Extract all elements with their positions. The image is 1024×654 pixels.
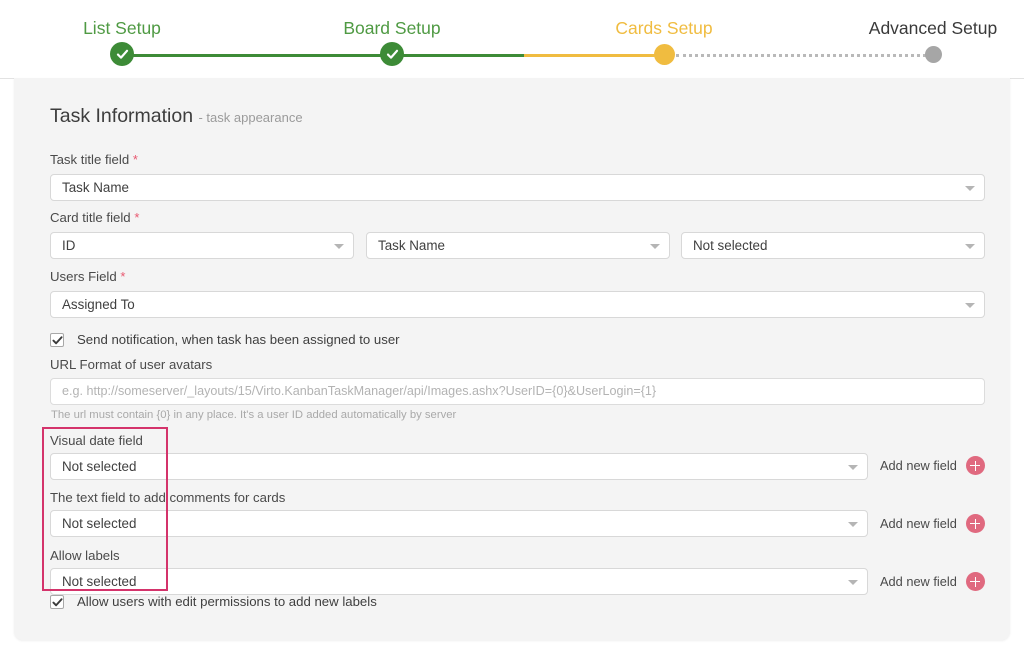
avatar-url-placeholder: e.g. http://someserver/_layouts/15/Virto…: [62, 379, 656, 404]
comments-field-label: The text field to add comments for cards: [50, 490, 285, 505]
add-new-field-label: Add new field: [880, 458, 957, 473]
allow-users-new-labels-checkbox-row[interactable]: Allow users with edit permissions to add…: [50, 594, 377, 609]
select-value: Not selected: [693, 233, 767, 258]
stepper-step-list-setup[interactable]: List Setup: [12, 0, 232, 67]
avatar-url-hint: The url must contain {0} in any place. I…: [51, 409, 456, 421]
stepper-step-marker: [823, 41, 1024, 67]
chevron-down-icon: [965, 244, 975, 249]
add-new-field-comments[interactable]: Add new field: [880, 514, 985, 533]
visual-date-field-label: Visual date field: [50, 433, 143, 448]
check-circle-icon: [110, 42, 134, 66]
stepper-step-label: Advanced Setup: [823, 0, 1024, 38]
select-value: Not selected: [62, 569, 136, 594]
select-value: Task Name: [378, 233, 445, 258]
comments-field-select[interactable]: Not selected: [50, 510, 868, 537]
users-field-select[interactable]: Assigned To: [50, 291, 985, 318]
card-title-field-select-3[interactable]: Not selected: [681, 232, 985, 259]
chevron-down-icon: [965, 186, 975, 191]
label-text: Users Field: [50, 269, 117, 284]
card-title-field-select-1[interactable]: ID: [50, 232, 354, 259]
plus-circle-icon[interactable]: [966, 514, 985, 533]
stepper-step-cards-setup[interactable]: Cards Setup: [554, 0, 774, 67]
add-new-field-label: Add new field: [880, 516, 957, 531]
stepper-step-marker: [12, 41, 232, 67]
stepper-step-advanced-setup[interactable]: Advanced Setup: [823, 0, 1024, 67]
page-title: Task Information - task appearance: [50, 105, 303, 128]
setup-wizard-stepper: List Setup Board Setup Cards Setup Advan: [0, 0, 1024, 79]
select-value: Task Name: [62, 175, 129, 200]
chevron-down-icon: [650, 244, 660, 249]
select-value: ID: [62, 233, 75, 258]
label-text: Task title field: [50, 152, 129, 167]
stepper-step-marker: [282, 41, 502, 67]
stepper-step-marker: [554, 41, 774, 67]
label-text: Visual date field: [50, 433, 143, 448]
send-notification-checkbox-row[interactable]: Send notification, when task has been as…: [50, 332, 400, 347]
allow-users-new-labels-checkbox[interactable]: [50, 595, 64, 609]
section-subtitle-text: - task appearance: [198, 110, 302, 125]
dot-icon: [925, 46, 942, 63]
card-title-field-label: Card title field *: [50, 210, 139, 225]
select-value: Assigned To: [62, 292, 135, 317]
label-text: Card title field: [50, 210, 131, 225]
stepper-step-label: Cards Setup: [554, 0, 774, 38]
send-notification-checkbox[interactable]: [50, 333, 64, 347]
add-new-field-allow-labels[interactable]: Add new field: [880, 572, 985, 591]
required-asterisk: *: [133, 152, 138, 167]
settings-card: Task Information - task appearance Task …: [14, 78, 1010, 640]
add-new-field-label: Add new field: [880, 574, 957, 589]
avatar-url-input[interactable]: e.g. http://someserver/_layouts/15/Virto…: [50, 378, 985, 405]
label-text: URL Format of user avatars: [50, 357, 212, 372]
dot-icon: [654, 44, 675, 65]
chevron-down-icon: [848, 522, 858, 527]
chevron-down-icon: [848, 465, 858, 470]
check-circle-icon: [380, 42, 404, 66]
add-new-field-visual-date[interactable]: Add new field: [880, 456, 985, 475]
label-text: Allow labels: [50, 548, 120, 563]
chevron-down-icon: [848, 580, 858, 585]
allow-labels-field-select[interactable]: Not selected: [50, 568, 868, 595]
page-root: List Setup Board Setup Cards Setup Advan: [0, 0, 1024, 654]
required-asterisk: *: [120, 269, 125, 284]
label-text: The text field to add comments for cards: [50, 490, 285, 505]
chevron-down-icon: [334, 244, 344, 249]
task-title-field-label: Task title field *: [50, 152, 138, 167]
stepper-step-board-setup[interactable]: Board Setup: [282, 0, 502, 67]
send-notification-label: Send notification, when task has been as…: [77, 332, 400, 347]
avatar-url-label: URL Format of user avatars: [50, 357, 212, 372]
check-icon: [52, 335, 63, 346]
section-title-text: Task Information: [50, 105, 193, 127]
required-asterisk: *: [134, 210, 139, 225]
chevron-down-icon: [965, 303, 975, 308]
plus-circle-icon[interactable]: [966, 572, 985, 591]
allow-users-new-labels-label: Allow users with edit permissions to add…: [77, 594, 377, 609]
check-icon: [52, 597, 63, 608]
task-title-field-select[interactable]: Task Name: [50, 174, 985, 201]
select-value: Not selected: [62, 454, 136, 479]
users-field-label: Users Field *: [50, 269, 125, 284]
visual-date-field-select[interactable]: Not selected: [50, 453, 868, 480]
stepper-step-label: List Setup: [12, 0, 232, 38]
select-value: Not selected: [62, 511, 136, 536]
stepper-step-label: Board Setup: [282, 0, 502, 38]
card-title-field-select-2[interactable]: Task Name: [366, 232, 670, 259]
allow-labels-field-label: Allow labels: [50, 548, 120, 563]
plus-circle-icon[interactable]: [966, 456, 985, 475]
